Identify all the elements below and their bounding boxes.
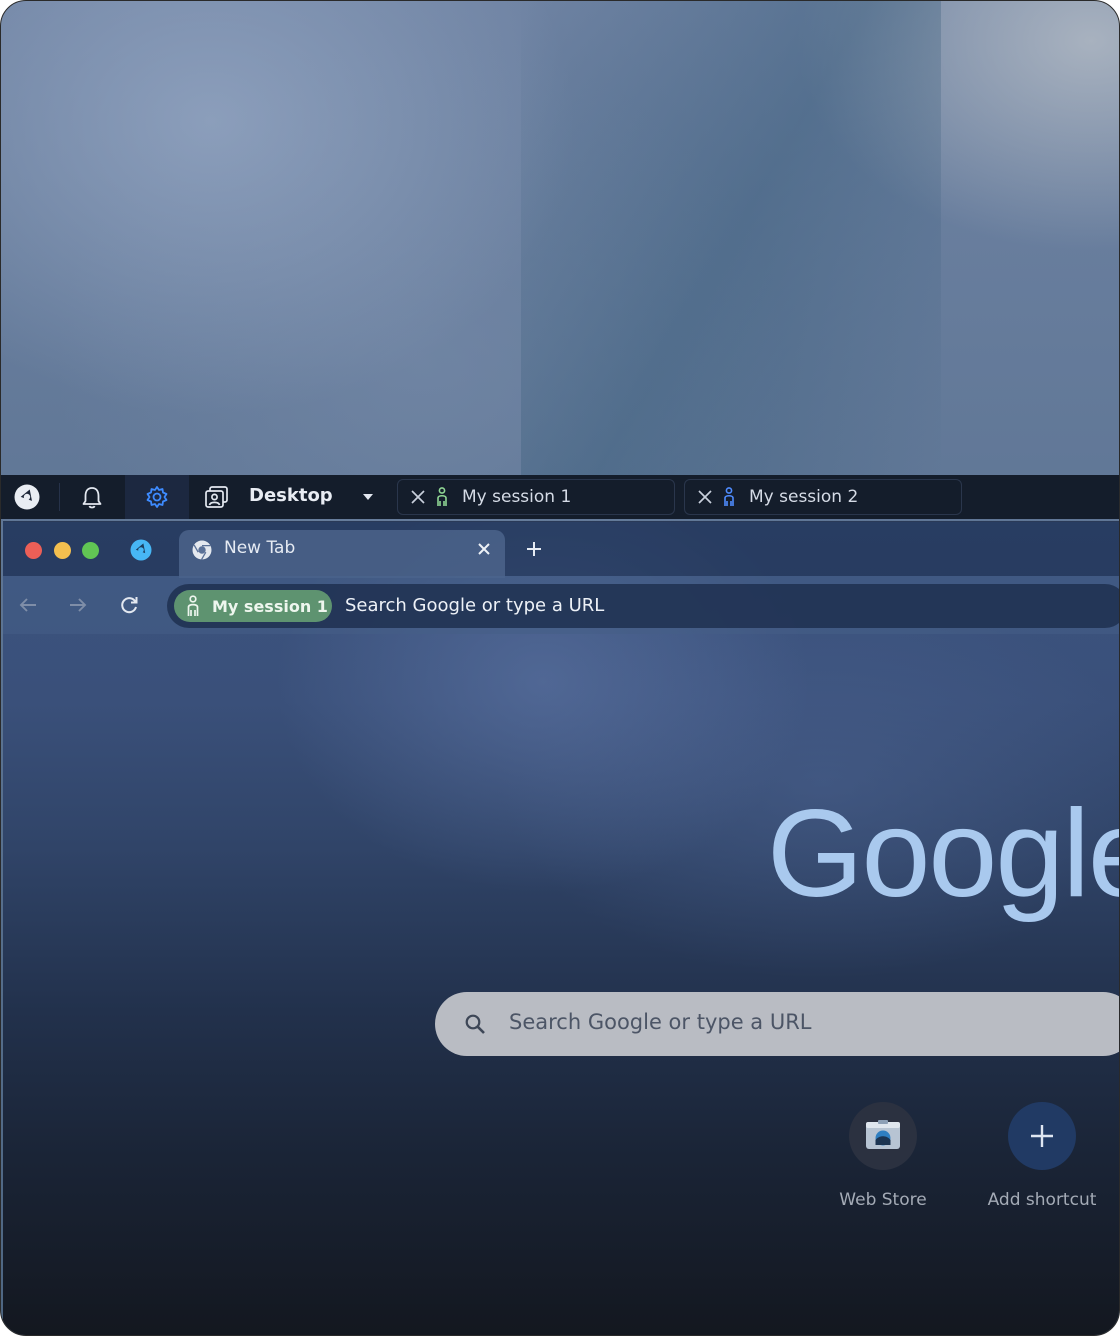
shortcut-label: Web Store: [839, 1190, 927, 1210]
gear-icon: [146, 486, 168, 508]
tab-title: New Tab: [224, 538, 296, 558]
tab-new-tab[interactable]: New Tab: [179, 530, 505, 578]
reload-icon[interactable]: [117, 593, 141, 617]
session-tab-label: My session 2: [749, 487, 859, 507]
back-arrow-icon[interactable]: [16, 593, 40, 617]
close-icon[interactable]: [695, 487, 715, 507]
close-icon[interactable]: [408, 487, 428, 507]
address-bar[interactable]: My session 1 Search Google or type a URL: [167, 584, 1119, 628]
search-icon: [465, 1014, 485, 1034]
shortcut-tile: [849, 1102, 917, 1170]
session-bar: Desktop My session 1 My session 2: [1, 475, 1119, 519]
session-chip-label: My session 1: [212, 596, 328, 616]
address-input[interactable]: Search Google or type a URL: [345, 595, 604, 616]
session-tab-1[interactable]: My session 1: [397, 479, 675, 515]
caret-down-icon[interactable]: [357, 487, 379, 507]
desktop-label[interactable]: Desktop: [249, 485, 333, 506]
shortcut-tile: [1008, 1102, 1076, 1170]
person-icon: [724, 487, 734, 506]
person-icon: [187, 595, 199, 616]
search-input[interactable]: Search Google or type a URL: [509, 1010, 812, 1034]
browser-toolbar: My session 1 Search Google or type a URL: [3, 576, 1119, 634]
shortcut-label: Add shortcut: [987, 1190, 1097, 1210]
person-icon: [437, 487, 447, 506]
browser-window: New Tab My session 1 Search Google or ty…: [3, 521, 1120, 1335]
desktop-profile-icon: [205, 486, 228, 508]
close-icon[interactable]: [475, 540, 493, 558]
session-tab-label: My session 1: [462, 487, 572, 507]
shortcut-add[interactable]: Add shortcut: [977, 1102, 1107, 1210]
forward-arrow-icon[interactable]: [66, 593, 90, 617]
settings-button[interactable]: [125, 475, 189, 519]
session-chip[interactable]: My session 1: [174, 590, 332, 622]
plus-icon: [1031, 1125, 1053, 1147]
app-logo-icon[interactable]: [13, 483, 41, 511]
shortcut-web-store[interactable]: Web Store: [818, 1102, 948, 1210]
session-tab-2[interactable]: My session 2: [684, 479, 962, 515]
maximize-window-button[interactable]: [82, 542, 99, 559]
close-window-button[interactable]: [25, 542, 42, 559]
separator: [59, 483, 60, 511]
web-store-icon: [866, 1120, 900, 1149]
google-logo: Google: [767, 785, 1120, 923]
chrome-icon: [192, 540, 212, 560]
plus-icon[interactable]: [523, 538, 545, 560]
desktop-frame: Desktop My session 1 My session 2 New Ta…: [0, 0, 1120, 1336]
search-box[interactable]: Search Google or type a URL: [435, 992, 1119, 1056]
minimize-window-button[interactable]: [54, 542, 71, 559]
tab-strip: New Tab: [3, 522, 1119, 578]
session-browser-icon[interactable]: [129, 538, 153, 562]
bell-icon[interactable]: [77, 483, 107, 511]
